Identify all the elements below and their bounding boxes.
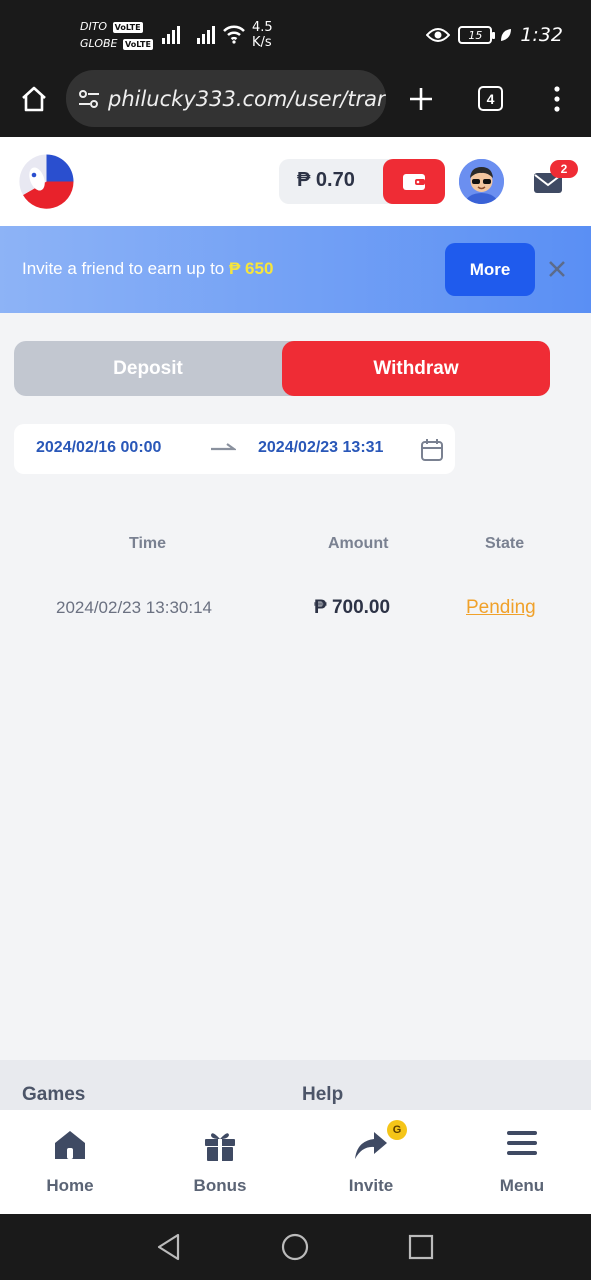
invite-banner: Invite a friend to earn up to ₱ 650 More bbox=[0, 226, 591, 313]
site-settings-icon[interactable] bbox=[78, 89, 100, 109]
footer-link-help[interactable]: Help bbox=[302, 1084, 343, 1106]
more-button[interactable]: More bbox=[445, 243, 535, 296]
net-speed: 4.5 K/s bbox=[252, 20, 273, 50]
new-tab-icon[interactable] bbox=[408, 86, 434, 112]
back-icon[interactable] bbox=[156, 1233, 182, 1261]
balance-widget: ₱ 0.70 bbox=[279, 159, 445, 204]
signal-icon bbox=[197, 26, 215, 44]
column-header-time: Time bbox=[129, 535, 167, 552]
date-range-picker[interactable]: 2024/02/16 00:00 2024/02/23 13:31 bbox=[14, 424, 455, 474]
share-arrow-icon bbox=[355, 1132, 387, 1159]
tab-withdraw[interactable]: Withdraw bbox=[282, 341, 550, 396]
home-circle-icon[interactable] bbox=[281, 1233, 309, 1261]
transaction-tabs: Deposit Withdraw bbox=[14, 341, 550, 396]
wallet-button[interactable] bbox=[383, 159, 445, 204]
column-header-state: State bbox=[485, 535, 525, 552]
status-bar: DITO VoLTE GLOBE VoLTE 4.5 K/s 15 1:32 bbox=[0, 0, 591, 70]
row-state-pending[interactable]: Pending bbox=[466, 597, 536, 619]
wallet-icon bbox=[403, 173, 425, 190]
address-bar[interactable]: philucky333.com/user/transac bbox=[66, 70, 386, 127]
overflow-menu-icon[interactable] bbox=[552, 86, 562, 112]
site-header: ₱ 0.70 2 bbox=[0, 137, 591, 226]
tab-switcher-button[interactable]: 4 bbox=[478, 86, 503, 111]
row-time: 2024/02/23 13:30:14 bbox=[56, 598, 212, 617]
mail-badge: 2 bbox=[550, 160, 578, 178]
carrier-2: GLOBE bbox=[80, 37, 118, 50]
nav-invite[interactable]: Invite bbox=[301, 1110, 441, 1214]
browser-toolbar: philucky333.com/user/transac 4 bbox=[0, 70, 591, 137]
footer-link-games[interactable]: Games bbox=[22, 1084, 85, 1106]
wifi-icon bbox=[223, 25, 245, 44]
close-icon[interactable] bbox=[547, 259, 567, 279]
calendar-icon[interactable] bbox=[420, 438, 444, 462]
invite-text: Invite a friend to earn up to ₱ 650 bbox=[22, 259, 274, 278]
nav-menu[interactable]: Menu bbox=[452, 1110, 591, 1214]
volte-badge: VoLTE bbox=[122, 39, 153, 50]
avatar-image bbox=[459, 159, 504, 204]
avatar[interactable] bbox=[459, 159, 504, 204]
clock: 1:32 bbox=[520, 24, 563, 46]
arrow-right-icon bbox=[211, 443, 236, 451]
column-header-amount: Amount bbox=[328, 535, 389, 552]
nav-home[interactable]: Home bbox=[0, 1110, 140, 1214]
invite-coin-badge: G bbox=[387, 1120, 407, 1140]
date-from[interactable]: 2024/02/16 00:00 bbox=[36, 439, 161, 457]
date-to[interactable]: 2024/02/23 13:31 bbox=[258, 439, 383, 457]
home-nav-icon bbox=[55, 1131, 85, 1159]
invite-amount: ₱ 650 bbox=[228, 259, 274, 278]
row-amount: ₱ 700.00 bbox=[314, 597, 391, 618]
site-logo[interactable] bbox=[18, 153, 75, 210]
recents-icon[interactable] bbox=[408, 1234, 434, 1260]
hamburger-menu-icon bbox=[507, 1131, 537, 1155]
carrier-1: DITO bbox=[80, 20, 108, 33]
url-text: philucky333.com/user/transac bbox=[108, 86, 386, 111]
gift-icon bbox=[205, 1133, 235, 1161]
footer-links: Games Help bbox=[0, 1060, 591, 1112]
bottom-nav: Home Bonus Invite G Menu bbox=[0, 1110, 591, 1214]
eye-icon bbox=[426, 28, 451, 42]
balance-amount: ₱ 0.70 bbox=[297, 169, 355, 191]
leaf-icon bbox=[501, 29, 512, 41]
battery-icon: 15 bbox=[458, 26, 496, 44]
signal-icon bbox=[162, 26, 180, 44]
carrier-info: DITO VoLTE GLOBE VoLTE bbox=[80, 18, 153, 52]
system-nav-bar bbox=[0, 1214, 591, 1280]
volte-badge: VoLTE bbox=[112, 22, 143, 33]
tab-deposit[interactable]: Deposit bbox=[14, 341, 282, 396]
home-icon[interactable] bbox=[20, 86, 48, 112]
nav-bonus[interactable]: Bonus bbox=[150, 1110, 290, 1214]
